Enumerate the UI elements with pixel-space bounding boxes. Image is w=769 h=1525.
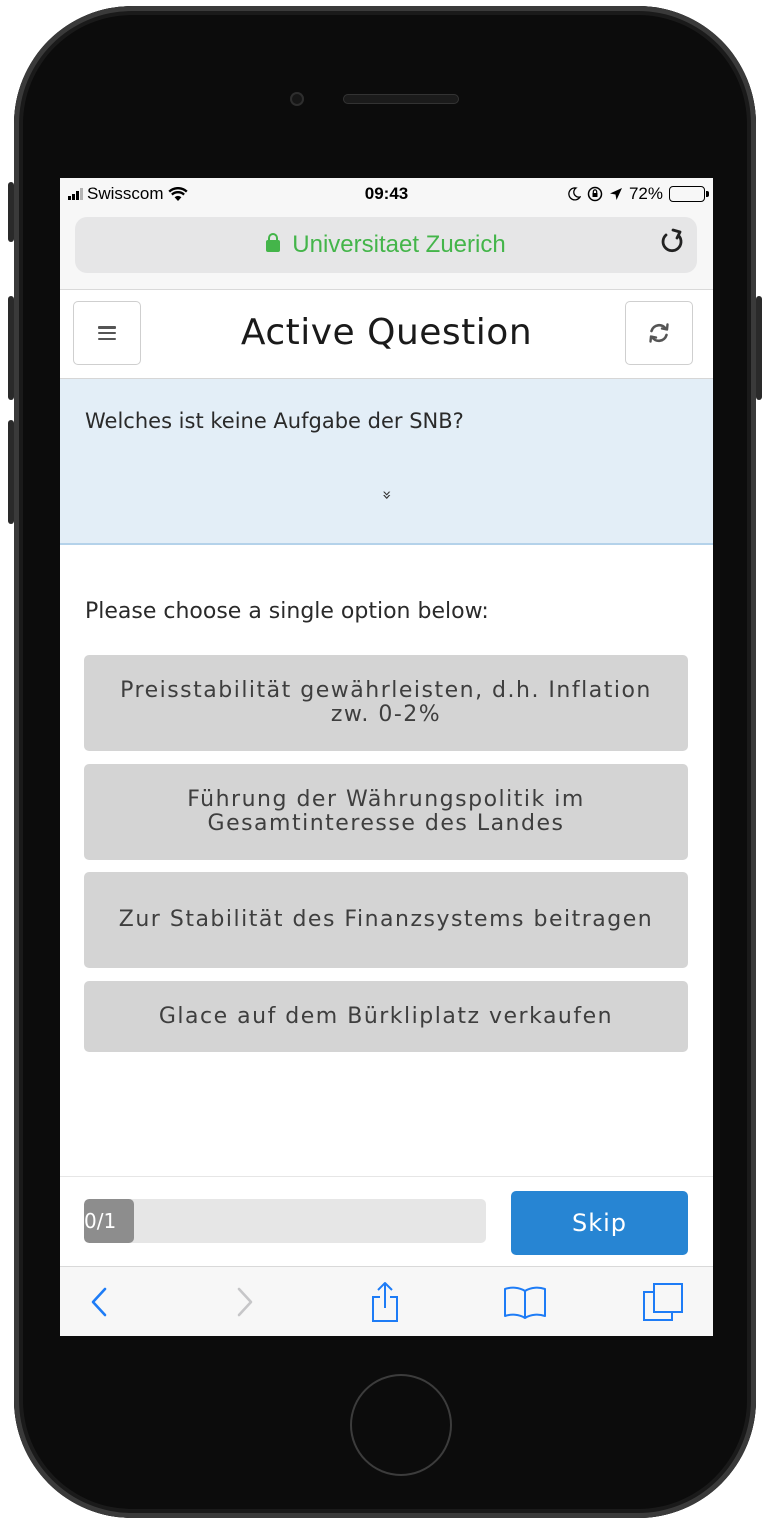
double-chevron-down-icon: »: [377, 490, 397, 500]
status-bar: Swisscom 09:43 72%: [60, 178, 713, 212]
app-header: Active Question: [60, 290, 713, 379]
question-text: Welches ist keine Aufgabe der SNB?: [85, 409, 464, 433]
volume-down-button: [8, 420, 14, 524]
page-title: Active Question: [240, 312, 533, 353]
options-prompt: Please choose a single option below:: [85, 599, 489, 624]
power-button: [756, 296, 762, 400]
option-button[interactable]: Glace auf dem Bürkliplatz verkaufen: [84, 981, 688, 1052]
status-right: 72%: [567, 184, 709, 204]
option-label: Preisstabilität gewährleisten, d.h. Infl…: [120, 678, 652, 727]
browser-toolbar: [60, 1266, 713, 1336]
browser-address-area: Universitaet Zuerich: [60, 212, 713, 290]
forward-icon: [237, 1287, 253, 1317]
forward-button[interactable]: [220, 1267, 270, 1336]
option-button[interactable]: Zur Stabilität des Finanzsystems beitrag…: [84, 872, 688, 968]
battery-percent: 72%: [628, 184, 663, 203]
moon-icon: [568, 187, 581, 201]
bookmarks-icon: [504, 1286, 546, 1319]
bookmarks-button[interactable]: [500, 1267, 550, 1336]
share-button[interactable]: [360, 1267, 410, 1336]
address-label: Universitaet Zuerich: [75, 231, 697, 259]
progress-bar: 0/1: [84, 1199, 486, 1243]
back-icon: [91, 1287, 107, 1317]
mute-switch: [8, 182, 14, 242]
option-button[interactable]: Preisstabilität gewährleisten, d.h. Infl…: [84, 655, 688, 751]
lock-icon: [266, 233, 281, 252]
option-label: Glace auf dem Bürkliplatz verkaufen: [158, 1003, 614, 1029]
expand-question-button[interactable]: »: [60, 489, 713, 501]
location-icon: [609, 188, 622, 200]
tabs-icon: [643, 1283, 683, 1321]
orientation-lock-icon: [587, 186, 603, 202]
earpiece-speaker: [343, 94, 459, 104]
question-panel: Welches ist keine Aufgabe der SNB? »: [60, 379, 713, 545]
phone-screen: Swisscom 09:43 72% Universitaet Zuerich …: [60, 178, 713, 1336]
option-label: Zur Stabilität des Finanzsystems beitrag…: [118, 907, 654, 932]
address-bar[interactable]: Universitaet Zuerich: [75, 217, 697, 273]
progress-label: 0/1: [84, 1209, 117, 1233]
front-camera: [290, 92, 304, 106]
option-button[interactable]: Führung der Währungspolitik im Gesamtint…: [84, 764, 688, 860]
refresh-icon: [649, 323, 669, 343]
refresh-button[interactable]: [625, 301, 693, 365]
back-button[interactable]: [74, 1267, 124, 1336]
reload-glyph: [661, 228, 683, 253]
tabs-button[interactable]: [638, 1267, 688, 1336]
battery-icon: [669, 186, 709, 202]
option-label: Führung der Währungspolitik im Gesamtint…: [187, 787, 585, 836]
home-button[interactable]: [350, 1374, 452, 1476]
site-name: Universitaet Zuerich: [292, 231, 506, 258]
volume-up-button: [8, 296, 14, 400]
skip-button[interactable]: Skip: [511, 1191, 688, 1255]
answer-footer: 0/1 Skip: [60, 1176, 713, 1266]
share-icon: [372, 1282, 398, 1322]
reload-icon[interactable]: [659, 227, 685, 263]
